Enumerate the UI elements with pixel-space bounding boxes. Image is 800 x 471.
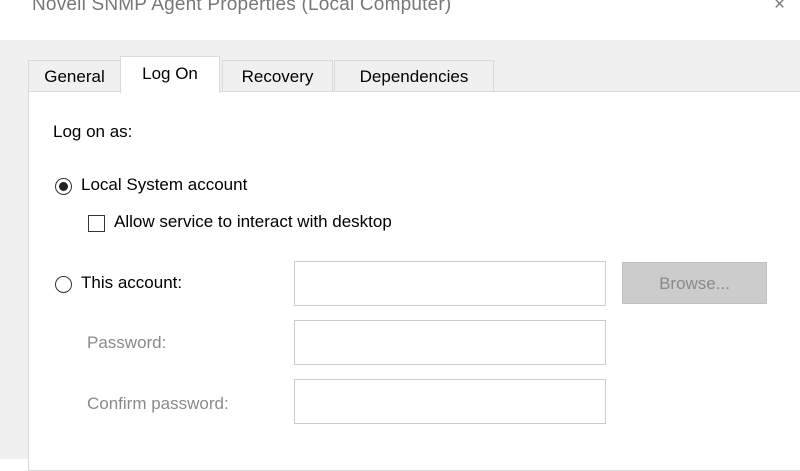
browse-button[interactable]: Browse... <box>622 262 767 304</box>
password-label: Password: <box>87 333 167 352</box>
title-bar: Novell SNMP Agent Properties (Local Comp… <box>0 0 800 40</box>
close-icon[interactable]: × <box>774 0 785 16</box>
interact-desktop-label[interactable]: Allow service to interact with desktop <box>114 212 392 232</box>
tab-general-label: General <box>44 67 105 86</box>
local-system-radio[interactable] <box>55 178 72 195</box>
tab-general[interactable]: General <box>28 60 121 91</box>
confirm-password-label: Confirm password: <box>87 394 229 413</box>
tab-log-on[interactable]: Log On <box>120 56 220 93</box>
tab-recovery[interactable]: Recovery <box>222 60 333 91</box>
password-input[interactable] <box>294 320 606 365</box>
tab-recovery-label: Recovery <box>241 67 314 86</box>
window-title: Novell SNMP Agent Properties (Local Comp… <box>32 0 452 15</box>
tab-dependencies[interactable]: Dependencies <box>334 60 494 91</box>
log-on-as-label: Log on as: <box>53 122 133 141</box>
radio-selected-dot <box>59 182 68 191</box>
confirm-password-input[interactable] <box>294 379 606 424</box>
this-account-label[interactable]: This account: <box>81 273 182 293</box>
local-system-label[interactable]: Local System account <box>81 175 247 195</box>
this-account-radio[interactable] <box>55 276 72 293</box>
interact-desktop-checkbox[interactable] <box>88 215 105 232</box>
this-account-input[interactable] <box>294 261 606 306</box>
log-on-panel: Log on as: Local System account Allow se… <box>28 91 800 471</box>
tab-log-on-label: Log On <box>142 64 198 83</box>
tab-dependencies-label: Dependencies <box>359 67 469 86</box>
